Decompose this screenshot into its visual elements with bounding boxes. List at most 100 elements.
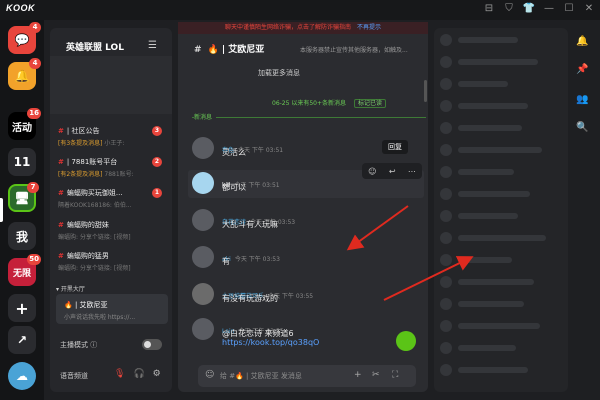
avatar[interactable] (192, 283, 214, 305)
emoji-icon[interactable]: ☺ (205, 370, 214, 380)
maximize-button[interactable]: ☐ (562, 2, 576, 16)
server-me[interactable]: 我 (8, 222, 36, 250)
channel-preview: 蝙蝠购: 分享个链接: [视频] (58, 234, 131, 241)
message-text: 有没有玩游戏的 (222, 294, 278, 303)
inbox-icon[interactable]: ⊟ (482, 2, 496, 16)
channel-title: 蝙蝠购买玩御姐... (66, 189, 123, 197)
member-row[interactable] (440, 320, 540, 332)
mark-read-button[interactable]: 标记已读 (354, 99, 387, 108)
server-unlimited[interactable]: 无限 50 (8, 254, 41, 286)
channel-item-announcements[interactable]: # | 社区公告 [有3条提及消息] 小王子: 3 (58, 126, 166, 147)
settings-icon[interactable]: ⚙ (153, 369, 161, 379)
member-row[interactable] (440, 122, 522, 134)
member-row[interactable] (440, 100, 528, 112)
menu-icon[interactable]: ☰ (148, 40, 157, 51)
member-row[interactable] (440, 276, 534, 288)
channel-title: | 社区公告 (66, 127, 100, 135)
new-messages-count: 06-25 以来有50+条新消息 (272, 100, 347, 107)
member-row[interactable] (440, 342, 516, 354)
hash-icon: # (194, 45, 202, 55)
streamer-mode-label: 主播模式 ⓘ (60, 341, 98, 349)
avatar[interactable] (192, 137, 214, 159)
server-lol[interactable]: 🖥 7 (8, 182, 39, 212)
server-banner (50, 56, 172, 114)
member-row[interactable] (440, 144, 542, 156)
scrollbar[interactable] (424, 80, 427, 102)
avatar[interactable] (192, 172, 214, 194)
channel-title: 蝙蝠购的甜妹 (66, 221, 109, 229)
member-row[interactable] (440, 34, 518, 46)
server-events[interactable]: 活动 16 (8, 108, 41, 140)
notification-icon[interactable]: 🔔 (576, 36, 588, 47)
avatar[interactable] (192, 209, 214, 231)
minimize-button[interactable]: — (542, 2, 556, 16)
member-row[interactable] (440, 188, 530, 200)
pin-icon[interactable]: 📌 (576, 64, 588, 75)
mic-muted-icon[interactable]: 🎙 (114, 369, 125, 379)
server-notifications[interactable]: 🔔 4 (8, 58, 41, 90)
member-row[interactable] (440, 254, 512, 266)
message-time: 今天 下午 03:53 (234, 256, 280, 263)
dismiss-warning-link[interactable]: 不再提示 (357, 24, 381, 31)
server-11[interactable]: 11 (8, 148, 36, 176)
server-label: 无限 (12, 268, 31, 279)
discover-button[interactable]: ↗ (8, 326, 36, 354)
member-row[interactable] (440, 78, 508, 90)
more-icon[interactable]: ⋯ (408, 167, 416, 176)
search-icon[interactable]: 🔍 (576, 122, 588, 133)
member-row[interactable] (440, 232, 546, 244)
category-voice-lobby[interactable]: ▾ 开黑大厅 (56, 284, 85, 293)
shirt-icon[interactable]: 👕 (522, 2, 536, 16)
mention-note: [有3条提及消息] (58, 140, 103, 147)
floating-action-button[interactable] (396, 331, 416, 351)
selected-server-indicator (0, 198, 3, 222)
plus-icon[interactable]: + (354, 370, 362, 380)
scissors-icon[interactable]: ✂ (372, 370, 380, 380)
message-link[interactable]: https://kook.top/qo38qO (222, 338, 319, 347)
member-row[interactable] (440, 166, 514, 178)
emoji-reaction-icon[interactable]: ☺ (368, 167, 376, 176)
channel-description: 本服务器禁止宣传其他服务器，如触及... (300, 47, 408, 54)
message-input[interactable] (220, 369, 350, 383)
title-bar: KOOK ⊟ ⛉ 👕 — ☐ ✕ (0, 0, 600, 20)
channel-item-bat-2[interactable]: # 蝙蝠购的甜妹 蝙蝠购: 分享个链接: [视频] (58, 220, 166, 241)
unread-badge: 16 (27, 108, 41, 119)
member-row[interactable] (440, 364, 528, 376)
load-more[interactable]: 加载更多消息 (258, 68, 300, 78)
avatar[interactable] (192, 318, 214, 340)
channel-item-bat-1[interactable]: # 蝙蝠购买玩御姐... 隔着KOOK168186: 伯伯... 1 (58, 188, 166, 209)
channel-item-bat-3[interactable]: # 蝙蝠购的猛男 蝙蝠购: 分享个链接: [视频] (58, 251, 166, 272)
server-name[interactable]: 英雄联盟 LOL (66, 40, 124, 53)
channel-title: | 7881账号平台 (66, 158, 118, 166)
member-row[interactable] (440, 298, 524, 310)
channel-item-7881[interactable]: # | 7881账号平台 [有2条提及消息] 7881账号: 2 (58, 157, 166, 178)
server-direct-messages[interactable]: 💬 4 (8, 22, 41, 54)
avatar-icon: ☁ (16, 369, 28, 383)
avatar[interactable] (192, 246, 214, 268)
headset-muted-icon[interactable]: 🎧 (133, 369, 144, 379)
reply-icon[interactable]: ↩ (389, 167, 396, 176)
message-composer: ☺ + ✂ ⛶ (198, 365, 416, 387)
member-row[interactable] (440, 210, 518, 222)
unread-badge: 4 (29, 22, 41, 33)
channel-header: # 🔥 | 艾欧尼亚 (194, 42, 264, 55)
hash-icon: # (58, 158, 64, 166)
member-row[interactable] (440, 56, 538, 68)
monitor-icon: 🖥 (14, 191, 30, 205)
new-messages-banner: 06-25 以来有50+条新消息 标记已读 (272, 98, 387, 108)
compass-icon: ↗ (16, 333, 28, 347)
members-icon[interactable]: 👥 (576, 94, 588, 105)
shield-icon[interactable]: ⛉ (502, 2, 516, 16)
streamer-mode-toggle[interactable] (142, 339, 162, 350)
add-server-button[interactable]: + (8, 294, 36, 322)
plus-icon: + (15, 298, 29, 318)
new-messages-label: 新消息 (194, 112, 217, 121)
voice-connect-label: 语音频道 (60, 372, 88, 380)
channel-preview: 隔着KOOK168186: 伯伯... (58, 202, 132, 209)
close-button[interactable]: ✕ (582, 2, 596, 16)
fullscreen-icon[interactable]: ⛶ (392, 370, 398, 380)
channel-preview: 7881账号: (102, 171, 134, 178)
voice-channel-ionia[interactable]: 🔥 | 艾欧尼亚 小声说话我先啦 https://... (56, 294, 168, 324)
user-avatar[interactable]: ☁ (8, 362, 36, 390)
voice-channel-sub: 小声说话我先啦 https://... (64, 314, 136, 321)
